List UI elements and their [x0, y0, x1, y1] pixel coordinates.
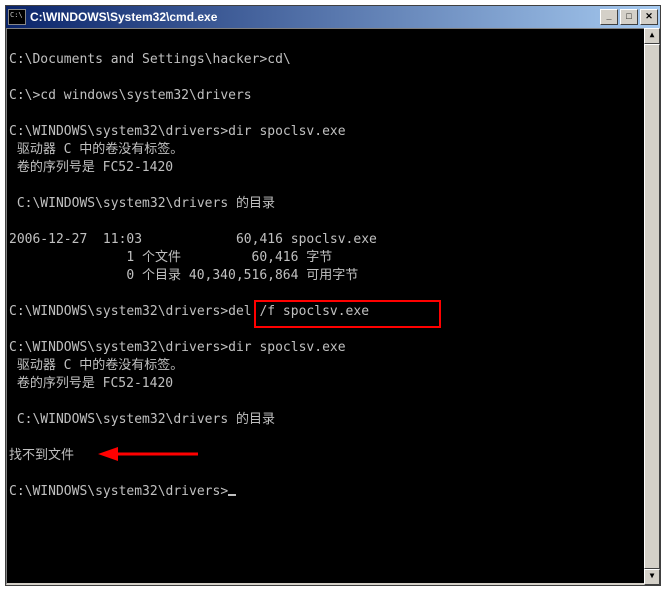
scroll-up-button[interactable]: ▲	[644, 28, 660, 44]
window-title: C:\WINDOWS\System32\cmd.exe	[30, 10, 217, 24]
cmd-icon	[8, 9, 26, 25]
vertical-scrollbar[interactable]: ▲ ▼	[644, 28, 660, 585]
scroll-thumb[interactable]	[644, 44, 660, 569]
titlebar[interactable]: C:\WINDOWS\System32\cmd.exe _ □ ✕	[6, 6, 660, 28]
maximize-button[interactable]: □	[620, 9, 638, 25]
window-controls: _ □ ✕	[600, 9, 658, 25]
cmd-window: C:\WINDOWS\System32\cmd.exe _ □ ✕ C:\Doc…	[5, 5, 661, 586]
cursor	[228, 494, 236, 496]
title-left: C:\WINDOWS\System32\cmd.exe	[8, 9, 217, 25]
minimize-button[interactable]: _	[600, 9, 618, 25]
close-button[interactable]: ✕	[640, 9, 658, 25]
terminal-output[interactable]: C:\Documents and Settings\hacker>cd\ C:\…	[6, 28, 660, 585]
scroll-down-button[interactable]: ▼	[644, 569, 660, 585]
